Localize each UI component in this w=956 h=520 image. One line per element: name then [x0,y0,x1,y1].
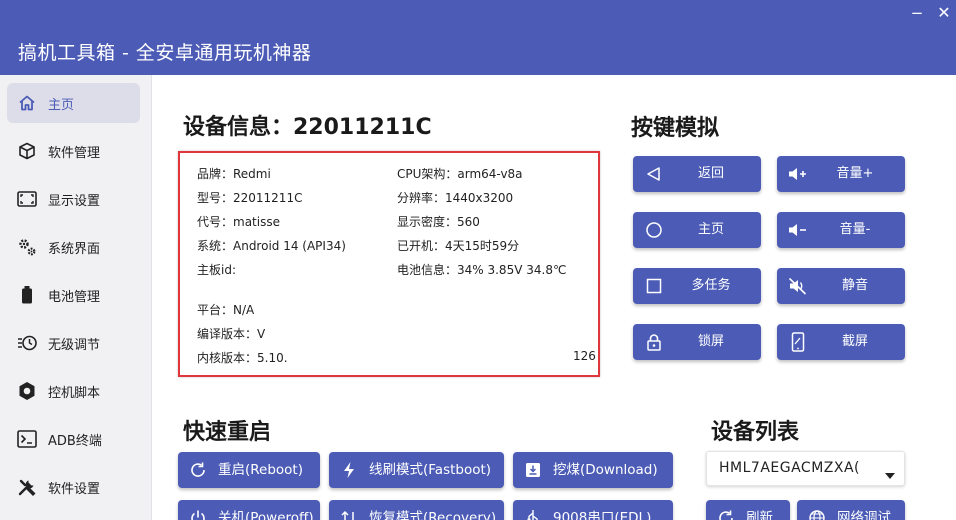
volume-up-button[interactable]: 音量+ [777,156,905,192]
volume-up-label: 音量+ [836,166,874,181]
device-select-value: HML7AEGACMZXA( [719,460,860,476]
sidebar-item-label: ADB终端 [48,433,102,449]
refresh-icon [188,460,208,480]
bolt-icon [339,460,359,480]
refresh-icon [716,508,736,520]
info-resolution: 分辨率：1440x3200 [397,191,514,205]
minimize-button[interactable]: − [907,4,927,22]
info-kernel-version: 内核版本：5.10. [197,351,288,365]
refresh-devices-label: 刷新 [746,510,773,520]
edl-button[interactable]: 9008串口(EDL) [513,500,673,520]
recovery-button[interactable]: 恢复模式(Recovery) [329,500,504,520]
device-info-panel: 品牌：Redmi CPU架构：arm64-v8a 型号：22011211C 分辨… [178,151,600,377]
sidebar-item-stepless[interactable]: 无级调节 [7,323,140,363]
usb-icon [523,508,543,520]
poweroff-label: 关机(Poweroff) [218,510,314,520]
home-button[interactable]: 主页 [633,212,761,248]
sidebar-item-label: 控机脚本 [48,385,101,401]
sidebar-item-label: 软件设置 [48,481,101,497]
app-title: 搞机工具箱 - 全安卓通用玩机神器 [18,42,312,64]
sidebar-item-battery[interactable]: 电池管理 [7,275,140,315]
info-system: 系统：Android 14 (API34) [197,239,346,253]
gears-icon [17,237,37,257]
info-board-id: 主板id: [197,263,236,277]
download-icon [523,460,543,480]
back-button-label: 返回 [697,166,724,181]
sidebar-item-display[interactable]: 显示设置 [7,179,140,219]
key-sim-heading: 按键模拟 [631,116,720,141]
sidebar-item-scripts[interactable]: 控机脚本 [7,371,140,411]
home-icon [17,93,37,113]
clock-icon [17,333,37,353]
info-codename: 代号：matisse [197,215,280,229]
chevron-down-icon [885,465,895,484]
info-model: 型号：22011211C [197,191,303,205]
info-platform: 平台：N/A [197,303,255,317]
recents-button-label: 多任务 [691,278,731,293]
info-kernel-version-tail: 126 [573,349,596,363]
device-info-heading: 设备信息：22011211C [183,115,432,140]
sidebar-item-adb-terminal[interactable]: ADB终端 [7,419,140,459]
info-uptime: 已开机：4天15时59分 [397,239,520,253]
sidebar-item-label: 显示设置 [48,193,101,209]
reboot-button[interactable]: 重启(Reboot) [178,452,320,488]
device-list-heading: 设备列表 [711,420,800,445]
sidebar-item-settings[interactable]: 软件设置 [7,467,140,507]
info-build-version: 编译版本：V [197,327,266,341]
network-debug-button[interactable]: 网络调试 [797,500,905,520]
lock-screen-label: 锁屏 [697,334,724,349]
screen-icon [17,189,37,209]
power-icon [188,508,208,520]
sidebar-item-label: 软件管理 [48,145,101,161]
info-density: 显示密度：560 [397,215,480,229]
hexagon-icon [17,381,37,401]
mute-button[interactable]: 静音 [777,268,905,304]
edl-label: 9008串口(EDL) [553,510,652,520]
network-debug-label: 网络调试 [837,510,891,520]
battery-icon [17,285,37,305]
fastboot-button[interactable]: 线刷模式(Fastboot) [329,452,504,488]
sidebar-item-label: 系统界面 [48,241,101,257]
info-cpu-arch: CPU架构：arm64-v8a [397,167,523,181]
recents-button[interactable]: 多任务 [633,268,761,304]
mute-button-label: 静音 [841,278,868,293]
device-select[interactable]: HML7AEGACMZXA( [706,451,905,486]
download-mode-label: 挖煤(Download) [553,462,658,478]
sidebar-item-apps[interactable]: 软件管理 [7,131,140,171]
volume-down-button[interactable]: 音量- [777,212,905,248]
sidebar-item-label: 无级调节 [48,337,101,353]
recovery-icon [339,508,359,520]
cube-icon [17,141,37,161]
sidebar-item-label: 主页 [48,97,75,113]
home-button-label: 主页 [697,222,724,237]
quick-reboot-heading: 快速重启 [183,420,272,445]
back-button[interactable]: 返回 [633,156,761,192]
globe-icon [807,508,827,520]
info-brand: 品牌：Redmi [197,167,271,181]
sidebar-item-home[interactable]: 主页 [7,83,140,123]
sidebar-item-label: 电池管理 [48,289,101,305]
close-button[interactable]: ✕ [934,4,954,22]
refresh-devices-button[interactable]: 刷新 [706,500,790,520]
screenshot-label: 截屏 [841,334,868,349]
sidebar: 主页 软件管理 显示设置 系统界面 电池管理 无级调节 控机脚本 ADB终端 软… [0,75,152,520]
volume-down-label: 音量- [839,222,871,237]
lock-screen-button[interactable]: 锁屏 [633,324,761,360]
tools-icon [17,477,37,497]
download-mode-button[interactable]: 挖煤(Download) [513,452,673,488]
recovery-label: 恢复模式(Recovery) [369,510,497,520]
terminal-icon [17,429,37,449]
sidebar-item-system-ui[interactable]: 系统界面 [7,227,140,267]
screenshot-button[interactable]: 截屏 [777,324,905,360]
fastboot-label: 线刷模式(Fastboot) [369,462,492,478]
poweroff-button[interactable]: 关机(Poweroff) [178,500,320,520]
title-bar: − ✕ 搞机工具箱 - 全安卓通用玩机神器 [0,0,956,75]
reboot-label: 重启(Reboot) [218,462,303,478]
info-battery: 电池信息：34% 3.85V 34.8℃ [397,263,567,277]
